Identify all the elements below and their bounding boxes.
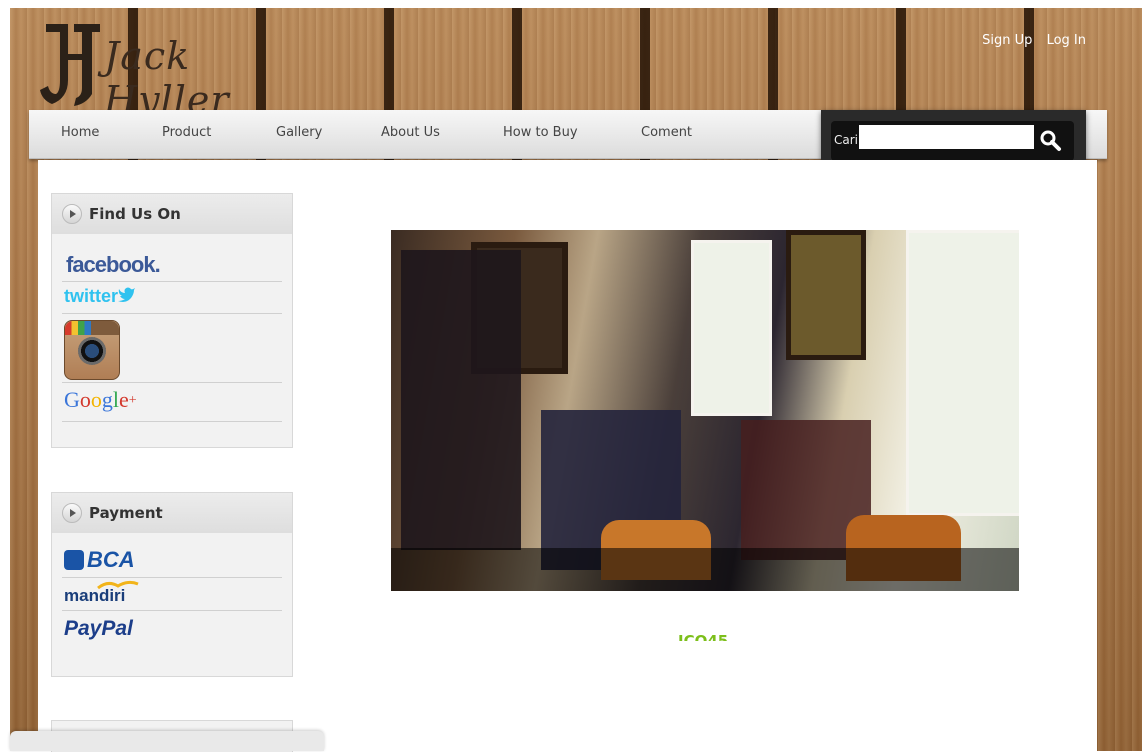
facebook-link[interactable]: facebook.: [62, 234, 282, 282]
content-area: Find Us On facebook. twitter Google+ Pay…: [38, 160, 1097, 751]
payment-box: Payment BCA mandiri PayPal: [51, 492, 293, 677]
photo-window-right: [906, 230, 1019, 516]
search-label: Cari: [834, 133, 858, 147]
twitter-label: twitter: [64, 286, 118, 306]
jh-monogram-icon: [40, 24, 100, 106]
instagram-icon: [64, 320, 120, 380]
search-input[interactable]: [859, 125, 1034, 149]
nav-home[interactable]: Home: [61, 125, 99, 140]
search-box: Cari: [831, 121, 1074, 161]
auth-links: Sign Up Log In: [972, 33, 1086, 48]
nav-product[interactable]: Product: [162, 125, 211, 140]
login-link[interactable]: Log In: [1047, 33, 1086, 48]
instagram-lens: [78, 337, 106, 365]
bca-label: BCA: [87, 547, 135, 572]
site-logo[interactable]: Jack Hyller: [38, 20, 298, 122]
play-arrow-icon: [62, 503, 82, 523]
signup-link[interactable]: Sign Up: [982, 33, 1032, 48]
find-us-title: Find Us On: [89, 205, 181, 223]
mandiri-link[interactable]: mandiri: [62, 578, 282, 611]
store-photo: [391, 230, 1019, 591]
photo-frame-right: [786, 230, 866, 360]
search-button[interactable]: [1036, 127, 1066, 155]
payment-header: Payment: [52, 493, 292, 533]
paypal-label: PayPal: [64, 617, 133, 640]
magnifier-icon: [1040, 130, 1061, 151]
logo-wordmark: Jack Hyller: [104, 34, 230, 122]
google-plus-link[interactable]: Google+: [62, 383, 282, 422]
page-left-edge: [0, 0, 10, 751]
nav-gallery[interactable]: Gallery: [276, 125, 322, 140]
instagram-stripe: [65, 321, 119, 335]
slide-caption: ICO45: [678, 632, 729, 641]
find-us-header: Find Us On: [52, 194, 292, 234]
photo-window-left: [691, 240, 772, 416]
instagram-link[interactable]: [62, 314, 282, 383]
nav-coment[interactable]: Coment: [641, 125, 692, 140]
find-us-box: Find Us On facebook. twitter Google+: [51, 193, 293, 448]
play-arrow-icon: [62, 204, 82, 224]
paypal-link[interactable]: PayPal: [62, 611, 282, 647]
bottom-bar: [10, 731, 324, 751]
nav-how-to-buy[interactable]: How to Buy: [503, 125, 578, 140]
page-top-edge: [0, 0, 1142, 8]
photo-coat-rack: [401, 250, 521, 550]
payment-title: Payment: [89, 504, 163, 522]
bca-link[interactable]: BCA: [62, 533, 282, 578]
mandiri-wave-icon: [97, 580, 139, 590]
bca-logo-icon: [64, 550, 84, 570]
photo-caption-bar: [391, 548, 1019, 591]
twitter-link[interactable]: twitter: [62, 282, 282, 314]
twitter-bird-icon: [118, 287, 135, 302]
nav-about-us[interactable]: About Us: [381, 125, 440, 140]
